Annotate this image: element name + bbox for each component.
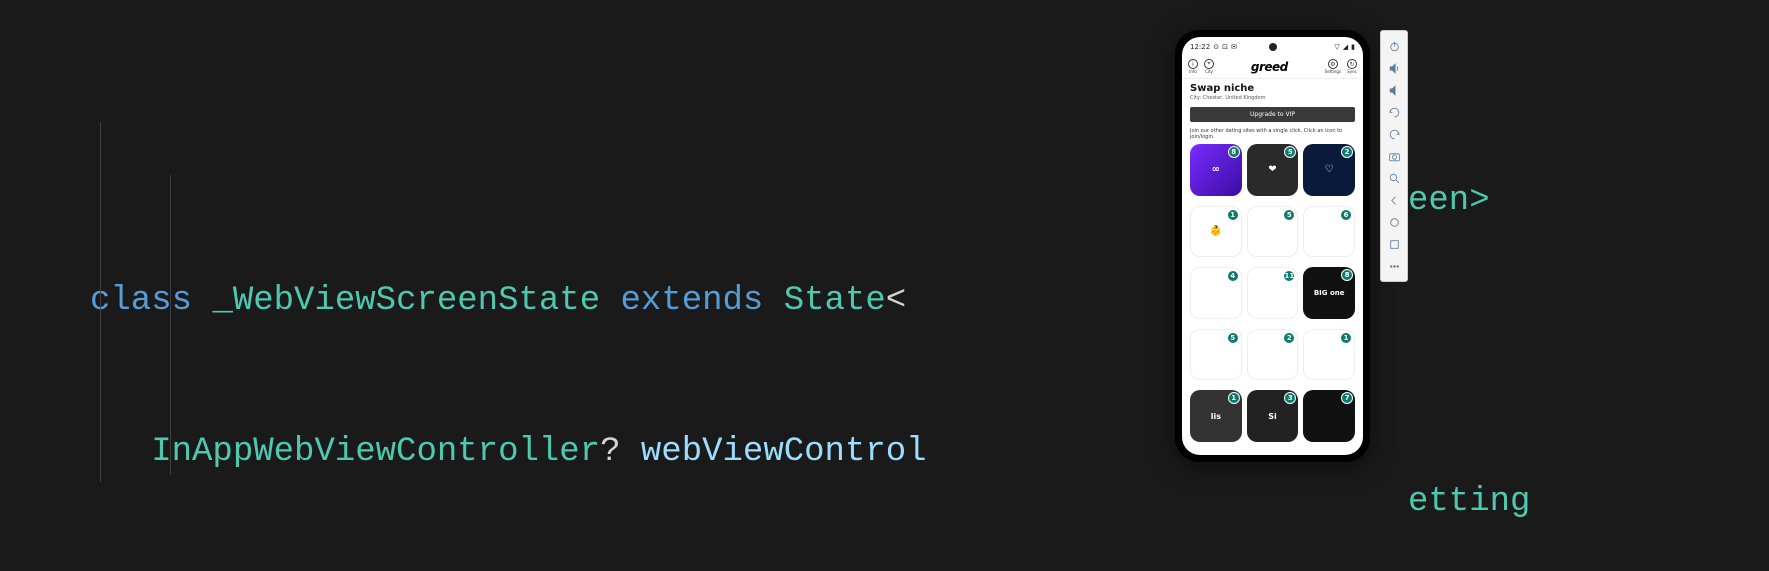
camera-dot — [1269, 43, 1277, 51]
info-icon: i — [1188, 59, 1198, 69]
rotate-right-icon[interactable] — [1381, 123, 1407, 145]
signal-icon: ◢ — [1343, 43, 1348, 51]
help-text: Join our other dating sites with a singl… — [1182, 126, 1363, 144]
badge: 7 — [1341, 392, 1353, 404]
app-tile[interactable]: 205 — [1190, 329, 1242, 381]
zoom-icon[interactable] — [1381, 167, 1407, 189]
app-tile[interactable]: ∞2 — [1247, 329, 1299, 381]
nav-info[interactable]: iInfo — [1188, 59, 1198, 74]
code-right-fragment: een> etting — [1408, 75, 1530, 571]
app-tile[interactable]: 7 — [1303, 390, 1355, 442]
badge: 1 — [1227, 209, 1239, 221]
badge: 1 — [1340, 332, 1352, 344]
page-title: Swap niche — [1190, 83, 1355, 94]
wifi-icon: ▽ — [1334, 43, 1339, 51]
device-screen[interactable]: 12:22 ⊙ ⊡ ✉ ▽ ◢ ▮ iInfo ⌖City greed ⚙Set… — [1182, 37, 1363, 455]
app-grid: ∞8❤5♡2 👶1∞5do6 ❤4∞11BIG one8 205∞2GAY!1 lis1… — [1182, 144, 1363, 455]
camera-icon[interactable] — [1381, 145, 1407, 167]
back-icon[interactable] — [1381, 189, 1407, 211]
app-tile[interactable]: BIG one8 — [1303, 267, 1355, 319]
app-tile[interactable]: ∞5 — [1247, 206, 1299, 258]
badge: 5 — [1227, 332, 1239, 344]
badge: 5 — [1283, 209, 1295, 221]
nav-settings[interactable]: ⚙Settings — [1325, 59, 1341, 74]
app-nav: iInfo ⌖City greed ⚙Settings ↻Sync — [1182, 55, 1363, 79]
pin-icon: ⌖ — [1204, 59, 1214, 69]
home-icon[interactable] — [1381, 211, 1407, 233]
badge: 4 — [1227, 270, 1239, 282]
app-tile[interactable]: ❤5 — [1247, 144, 1299, 196]
badge: 6 — [1340, 209, 1352, 221]
badge: 2 — [1341, 146, 1353, 158]
volume-down-icon[interactable] — [1381, 79, 1407, 101]
app-tile[interactable]: lis1 — [1190, 390, 1242, 442]
rotate-left-icon[interactable] — [1381, 101, 1407, 123]
badge: 11 — [1283, 270, 1295, 282]
app-tile[interactable]: 👶1 — [1190, 206, 1242, 258]
badge: 5 — [1284, 146, 1296, 158]
status-icon: ⊙ — [1213, 43, 1219, 51]
app-tile[interactable]: ∞11 — [1247, 267, 1299, 319]
emulator-device[interactable]: 12:22 ⊙ ⊡ ✉ ▽ ◢ ▮ iInfo ⌖City greed ⚙Set… — [1175, 30, 1370, 462]
nav-city[interactable]: ⌖City — [1204, 59, 1214, 74]
upgrade-vip-button[interactable]: Upgrade to VIP — [1190, 107, 1355, 122]
app-tile[interactable]: ♡2 — [1303, 144, 1355, 196]
page-subtitle: City: Chester, United Kingdom — [1190, 95, 1355, 101]
more-icon[interactable] — [1381, 255, 1407, 277]
indent-guide — [100, 122, 101, 482]
nav-sync[interactable]: ↻Sync — [1347, 59, 1357, 74]
indent-guide — [170, 175, 171, 475]
app-tile[interactable]: Si3 — [1247, 390, 1299, 442]
gear-icon: ⚙ — [1328, 59, 1338, 69]
status-icon: ⊡ — [1222, 43, 1228, 51]
status-time: 12:22 — [1190, 43, 1210, 51]
badge: 3 — [1284, 392, 1296, 404]
status-icon: ✉ — [1231, 43, 1237, 51]
sync-icon: ↻ — [1347, 59, 1357, 69]
badge: 1 — [1228, 392, 1240, 404]
volume-up-icon[interactable] — [1381, 57, 1407, 79]
app-tile[interactable]: ❤4 — [1190, 267, 1242, 319]
brand-logo: greed — [1251, 60, 1288, 74]
badge: 2 — [1283, 332, 1295, 344]
emulator-toolbar — [1380, 30, 1408, 282]
app-tile[interactable]: do6 — [1303, 206, 1355, 258]
app-tile[interactable]: GAY!1 — [1303, 329, 1355, 381]
power-icon[interactable] — [1381, 35, 1407, 57]
page-header: Swap niche City: Chester, United Kingdom — [1182, 79, 1363, 103]
overview-icon[interactable] — [1381, 233, 1407, 255]
badge: 8 — [1341, 269, 1353, 281]
app-tile[interactable]: ∞8 — [1190, 144, 1242, 196]
badge: 8 — [1228, 146, 1240, 158]
battery-icon: ▮ — [1351, 43, 1355, 51]
